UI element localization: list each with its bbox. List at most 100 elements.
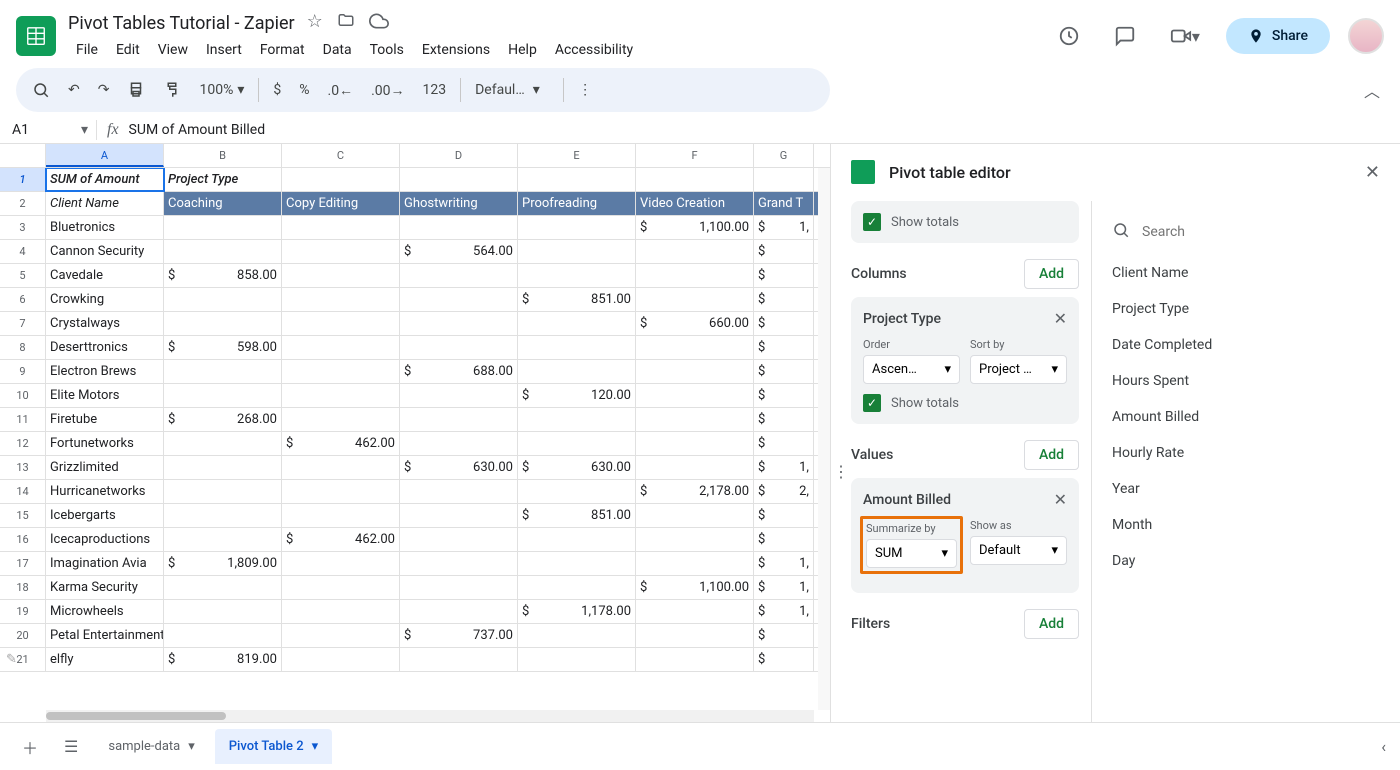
order-select[interactable]: Ascen…▾ xyxy=(863,355,960,384)
cell[interactable]: $851.00 xyxy=(518,288,636,311)
cell[interactable] xyxy=(282,264,400,287)
cell[interactable] xyxy=(636,240,754,263)
move-icon[interactable] xyxy=(337,11,355,36)
cell[interactable]: $462.00 xyxy=(282,528,400,551)
cell[interactable] xyxy=(282,600,400,623)
cell[interactable]: $1,100.00 xyxy=(636,576,754,599)
cell[interactable]: $ xyxy=(754,648,814,671)
menu-file[interactable]: File xyxy=(68,38,106,62)
remove-icon[interactable]: ✕ xyxy=(1054,309,1067,328)
col-header-b[interactable]: B xyxy=(164,144,282,167)
col-header-a[interactable]: A xyxy=(46,144,164,167)
col-header-c[interactable]: C xyxy=(282,144,400,167)
cell[interactable]: Client Name xyxy=(46,192,164,215)
cell[interactable] xyxy=(164,600,282,623)
cell[interactable]: Project Type xyxy=(164,168,282,191)
cell[interactable] xyxy=(164,288,282,311)
cell[interactable] xyxy=(518,360,636,383)
cell[interactable] xyxy=(518,528,636,551)
row-header[interactable]: 11 xyxy=(0,408,46,431)
cell[interactable]: Icecaproductions xyxy=(46,528,164,551)
row-header[interactable]: 16 xyxy=(0,528,46,551)
cell[interactable]: $1, xyxy=(754,600,814,623)
cell[interactable]: Bluetronics xyxy=(46,216,164,239)
cell[interactable] xyxy=(636,288,754,311)
cell[interactable]: Icebergarts xyxy=(46,504,164,527)
numfmt-icon[interactable]: 123 xyxy=(415,76,455,104)
cell[interactable]: $1, xyxy=(754,216,814,239)
field-item[interactable]: Year xyxy=(1092,471,1400,507)
document-title[interactable]: Pivot Tables Tutorial - Zapier xyxy=(68,13,295,34)
star-icon[interactable]: ☆ xyxy=(307,11,323,36)
cell[interactable]: $2, xyxy=(754,480,814,503)
field-item[interactable]: Date Completed xyxy=(1092,327,1400,363)
cell[interactable]: $ xyxy=(754,288,814,311)
cell[interactable]: Fortunetworks xyxy=(46,432,164,455)
cell[interactable] xyxy=(400,216,518,239)
cell[interactable]: $1, xyxy=(754,456,814,479)
cell[interactable]: $598.00 xyxy=(164,336,282,359)
cell[interactable] xyxy=(164,384,282,407)
cell[interactable]: $268.00 xyxy=(164,408,282,431)
cell[interactable] xyxy=(636,360,754,383)
cell[interactable]: ✎elfly xyxy=(46,648,164,671)
showas-select[interactable]: Default▾ xyxy=(970,536,1067,565)
cell[interactable] xyxy=(400,432,518,455)
cell[interactable] xyxy=(164,360,282,383)
cell[interactable] xyxy=(282,648,400,671)
meet-icon[interactable]: ▾ xyxy=(1162,17,1208,55)
cell[interactable] xyxy=(636,648,754,671)
cell[interactable] xyxy=(164,456,282,479)
cell[interactable]: $1,809.00 xyxy=(164,552,282,575)
field-item[interactable]: Hours Spent xyxy=(1092,363,1400,399)
decrease-decimal-icon[interactable]: .0← xyxy=(320,76,362,105)
row-header[interactable]: 9 xyxy=(0,360,46,383)
row-header[interactable]: 15 xyxy=(0,504,46,527)
cell[interactable]: $1, xyxy=(754,552,814,575)
row-header[interactable]: 10 xyxy=(0,384,46,407)
remove-icon[interactable]: ✕ xyxy=(1054,490,1067,509)
cell[interactable]: $ xyxy=(754,336,814,359)
cell[interactable] xyxy=(636,504,754,527)
cell-a1[interactable]: SUM of Amount xyxy=(46,168,164,191)
cell[interactable] xyxy=(400,312,518,335)
spreadsheet-grid[interactable]: A B C D E F G 1 SUM of Amount Project Ty… xyxy=(0,144,830,722)
cell[interactable]: Elite Motors xyxy=(46,384,164,407)
cell[interactable]: $1,100.00 xyxy=(636,216,754,239)
print-icon[interactable] xyxy=(119,75,153,105)
history-icon[interactable] xyxy=(1050,17,1088,55)
cell[interactable] xyxy=(400,480,518,503)
cell[interactable] xyxy=(518,432,636,455)
cell[interactable]: Microwheels xyxy=(46,600,164,623)
expand-sidepanel-icon[interactable]: ‹ xyxy=(1381,737,1386,756)
cell[interactable] xyxy=(282,504,400,527)
row-header[interactable]: 19 xyxy=(0,600,46,623)
cell[interactable] xyxy=(518,576,636,599)
field-item[interactable]: Hourly Rate xyxy=(1092,435,1400,471)
cell[interactable] xyxy=(636,624,754,647)
summarize-select[interactable]: SUM▾ xyxy=(866,539,957,568)
row-header[interactable]: 12 xyxy=(0,432,46,455)
field-search-input[interactable] xyxy=(1142,224,1380,240)
cell[interactable] xyxy=(282,624,400,647)
cell[interactable] xyxy=(282,576,400,599)
cell[interactable]: $660.00 xyxy=(636,312,754,335)
cell[interactable] xyxy=(282,480,400,503)
row-header[interactable]: 14 xyxy=(0,480,46,503)
cell[interactable]: $ xyxy=(754,312,814,335)
cell[interactable] xyxy=(636,432,754,455)
tab-pivot-table[interactable]: Pivot Table 2▾ xyxy=(215,729,332,764)
cell[interactable]: $819.00 xyxy=(164,648,282,671)
share-button[interactable]: Share xyxy=(1226,18,1330,54)
cell[interactable] xyxy=(282,288,400,311)
cell[interactable]: Petal Entertainment xyxy=(46,624,164,647)
cell[interactable] xyxy=(164,216,282,239)
cell[interactable] xyxy=(400,264,518,287)
cell[interactable]: $564.00 xyxy=(400,240,518,263)
cell[interactable] xyxy=(164,480,282,503)
cell[interactable] xyxy=(400,648,518,671)
menu-tools[interactable]: Tools xyxy=(362,38,412,62)
cell[interactable] xyxy=(400,576,518,599)
show-totals-checkbox[interactable]: ✓ xyxy=(863,213,881,231)
cell[interactable]: $630.00 xyxy=(400,456,518,479)
